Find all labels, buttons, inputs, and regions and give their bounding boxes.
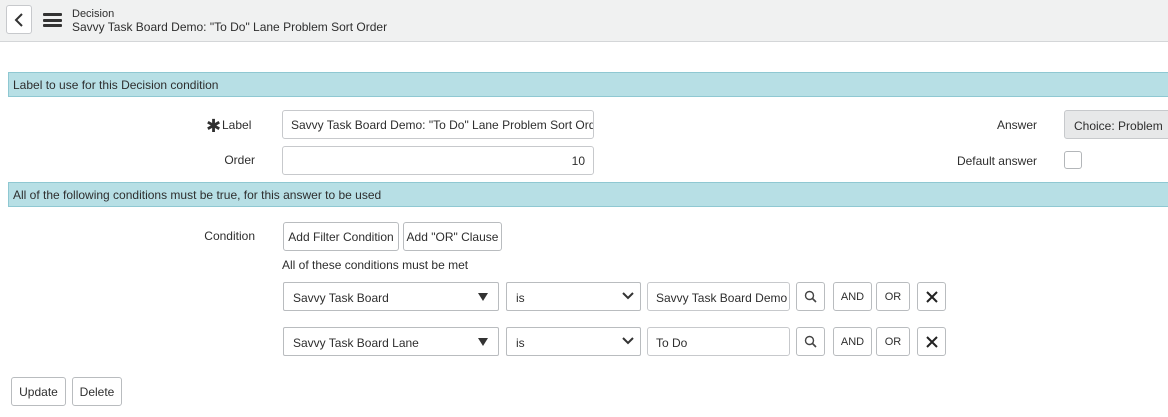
- condition-field-value: Savvy Task Board: [293, 291, 389, 305]
- add-or-clause-button[interactable]: Add "OR" Clause: [403, 222, 502, 251]
- answer-field-label: Answer: [996, 118, 1037, 132]
- condition-operator-value: is: [516, 336, 525, 350]
- label-field-label: Label: [222, 118, 252, 132]
- update-button[interactable]: Update: [11, 377, 66, 406]
- page-title: Savvy Task Board Demo: "To Do" Lane Prob…: [72, 20, 388, 34]
- condition-operator-select[interactable]: is: [506, 327, 641, 356]
- condition-field-label: Condition: [204, 229, 255, 243]
- chevron-down-icon: [622, 337, 634, 345]
- remove-condition-button[interactable]: [917, 282, 946, 311]
- and-button[interactable]: AND: [833, 327, 872, 356]
- default-answer-label: Default answer: [956, 154, 1037, 168]
- lookup-button[interactable]: [796, 327, 825, 356]
- condition-value-input[interactable]: To Do: [647, 327, 790, 356]
- asterisk-icon: ✱: [206, 116, 222, 136]
- condition-field-value: Savvy Task Board Lane: [293, 336, 419, 350]
- caret-down-icon: [478, 338, 488, 346]
- hamburger-menu-icon[interactable]: [43, 13, 62, 27]
- search-icon: [804, 335, 817, 348]
- label-input[interactable]: Savvy Task Board Demo: "To Do" Lane Prob…: [282, 110, 594, 139]
- default-answer-checkbox[interactable]: [1064, 151, 1082, 169]
- chevron-left-icon: [14, 12, 23, 27]
- and-button[interactable]: AND: [833, 282, 872, 311]
- section-conditions-header: All of the following conditions must be …: [8, 182, 1168, 207]
- close-icon: [925, 335, 938, 348]
- condition-field-select[interactable]: Savvy Task Board: [283, 282, 499, 311]
- caret-down-icon: [478, 293, 488, 301]
- condition-operator-select[interactable]: is: [506, 282, 641, 311]
- condition-operator-value: is: [516, 291, 525, 305]
- remove-condition-button[interactable]: [917, 327, 946, 356]
- lookup-button[interactable]: [796, 282, 825, 311]
- form-header: Decision Savvy Task Board Demo: "To Do" …: [0, 0, 1168, 42]
- conditions-hint: All of these conditions must be met: [282, 258, 469, 272]
- chevron-down-icon: [622, 292, 634, 300]
- search-icon: [804, 290, 817, 303]
- delete-button[interactable]: Delete: [72, 377, 122, 406]
- record-type-label: Decision: [72, 8, 115, 20]
- condition-value-input[interactable]: Savvy Task Board Demo: [647, 282, 790, 311]
- section-label-header: Label to use for this Decision condition: [8, 72, 1168, 97]
- or-button[interactable]: OR: [876, 327, 910, 356]
- back-button[interactable]: [6, 5, 32, 34]
- order-field-label: Order: [224, 153, 255, 167]
- or-button[interactable]: OR: [876, 282, 910, 311]
- add-filter-condition-button[interactable]: Add Filter Condition: [283, 222, 399, 251]
- close-icon: [925, 290, 938, 303]
- order-input[interactable]: 10: [282, 146, 594, 175]
- answer-readonly-field: Choice: Problem: [1064, 110, 1168, 139]
- condition-field-select[interactable]: Savvy Task Board Lane: [283, 327, 499, 356]
